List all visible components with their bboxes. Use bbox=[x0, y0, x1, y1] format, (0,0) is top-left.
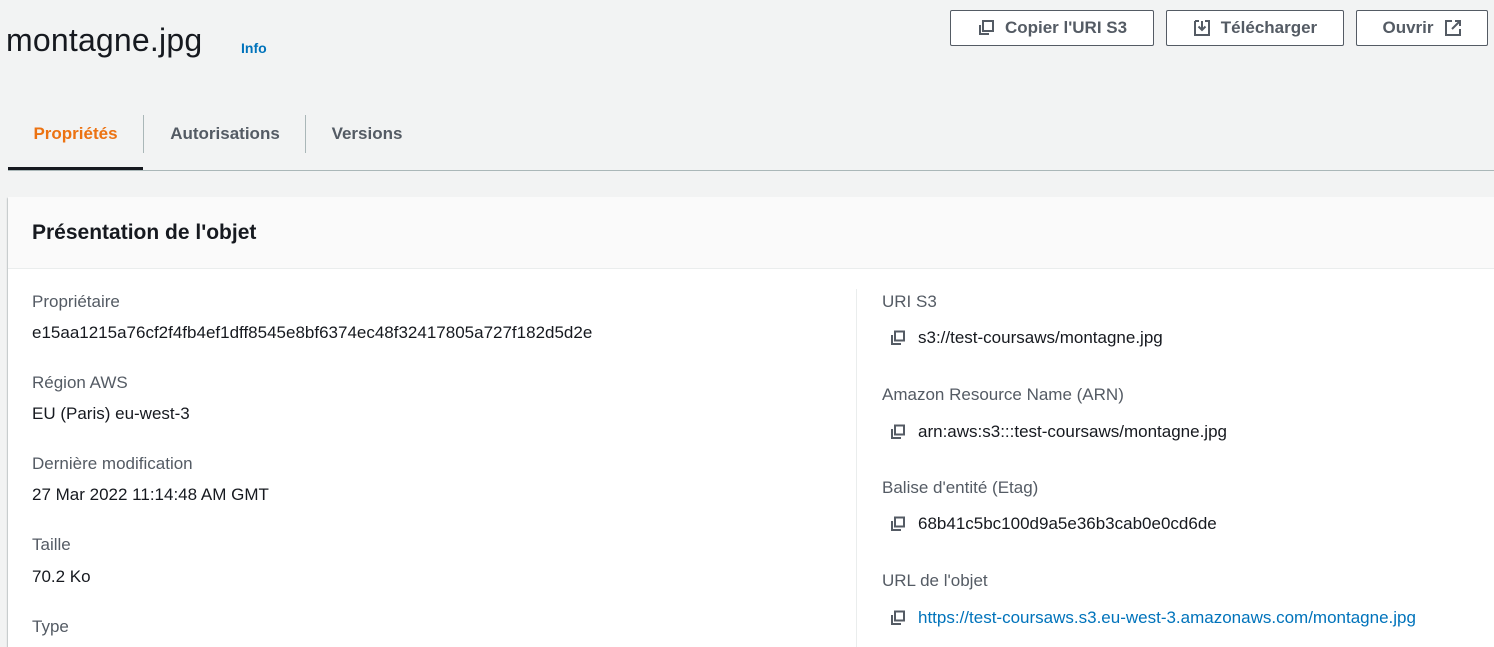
object-url-label: URL de l'objet bbox=[882, 571, 988, 590]
arn-value: arn:aws:s3:::test-coursaws/montagne.jpg bbox=[918, 422, 1227, 441]
object-url-row: https://test-coursaws.s3.eu-west-3.amazo… bbox=[890, 608, 1416, 628]
external-link-icon bbox=[1444, 20, 1461, 36]
type-label: Type bbox=[32, 617, 69, 636]
etag-row: 68b41c5bc100d9a5e36b3cab0e0cd6de bbox=[890, 514, 1217, 534]
tab-versions[interactable]: Versions bbox=[307, 98, 427, 170]
download-icon bbox=[1193, 20, 1210, 36]
open-button[interactable]: Ouvrir bbox=[1356, 10, 1488, 46]
s3-uri-label: URI S3 bbox=[882, 292, 937, 311]
tab-properties[interactable]: Propriétés bbox=[8, 98, 143, 170]
copy-icon[interactable] bbox=[890, 424, 906, 440]
object-detail-page: montagne.jpg Info Copier l'URI S3 Téléch… bbox=[0, 0, 1494, 647]
panel-title: Présentation de l'objet bbox=[32, 221, 257, 244]
etag-value: 68b41c5bc100d9a5e36b3cab0e0cd6de bbox=[918, 514, 1217, 533]
info-link[interactable]: Info bbox=[241, 40, 267, 56]
copy-icon[interactable] bbox=[890, 330, 906, 346]
s3-uri-row: s3://test-coursaws/montagne.jpg bbox=[890, 328, 1163, 348]
column-divider bbox=[856, 289, 857, 647]
tabs: Propriétés Autorisations Versions bbox=[0, 98, 1494, 171]
tab-separator bbox=[143, 115, 144, 153]
etag-label: Balise d'entité (Etag) bbox=[882, 478, 1039, 497]
copy-s3-uri-label: Copier l'URI S3 bbox=[1004, 18, 1128, 37]
page-title: montagne.jpg bbox=[6, 22, 203, 58]
panel-header: Présentation de l'objet bbox=[8, 197, 1494, 269]
last-modified-value: 27 Mar 2022 11:14:48 AM GMT bbox=[32, 485, 269, 504]
object-overview-panel: Présentation de l'objet Propriétaire e15… bbox=[8, 197, 1494, 647]
size-label: Taille bbox=[32, 535, 71, 554]
download-button[interactable]: Télécharger bbox=[1166, 10, 1344, 46]
copy-icon[interactable] bbox=[890, 516, 906, 532]
arn-label: Amazon Resource Name (ARN) bbox=[882, 385, 1124, 404]
copy-s3-uri-button[interactable]: Copier l'URI S3 bbox=[950, 10, 1154, 46]
copy-icon bbox=[978, 20, 994, 35]
owner-label: Propriétaire bbox=[32, 292, 120, 311]
last-modified-label: Dernière modification bbox=[32, 454, 193, 473]
owner-value: e15aa1215a76cf2f4fb4ef1dff8545e8bf6374ec… bbox=[32, 323, 593, 342]
download-label: Télécharger bbox=[1220, 18, 1318, 37]
copy-icon[interactable] bbox=[890, 610, 906, 626]
arn-row: arn:aws:s3:::test-coursaws/montagne.jpg bbox=[890, 422, 1227, 442]
tabs-divider bbox=[8, 170, 1494, 171]
object-url-link[interactable]: https://test-coursaws.s3.eu-west-3.amazo… bbox=[918, 608, 1416, 628]
region-label: Région AWS bbox=[32, 373, 128, 392]
tab-permissions[interactable]: Autorisations bbox=[145, 98, 305, 170]
open-label: Ouvrir bbox=[1382, 18, 1434, 37]
size-value: 70.2 Ko bbox=[32, 567, 91, 586]
tab-separator bbox=[305, 115, 306, 153]
s3-uri-value: s3://test-coursaws/montagne.jpg bbox=[918, 328, 1163, 347]
region-value: EU (Paris) eu-west-3 bbox=[32, 404, 190, 423]
